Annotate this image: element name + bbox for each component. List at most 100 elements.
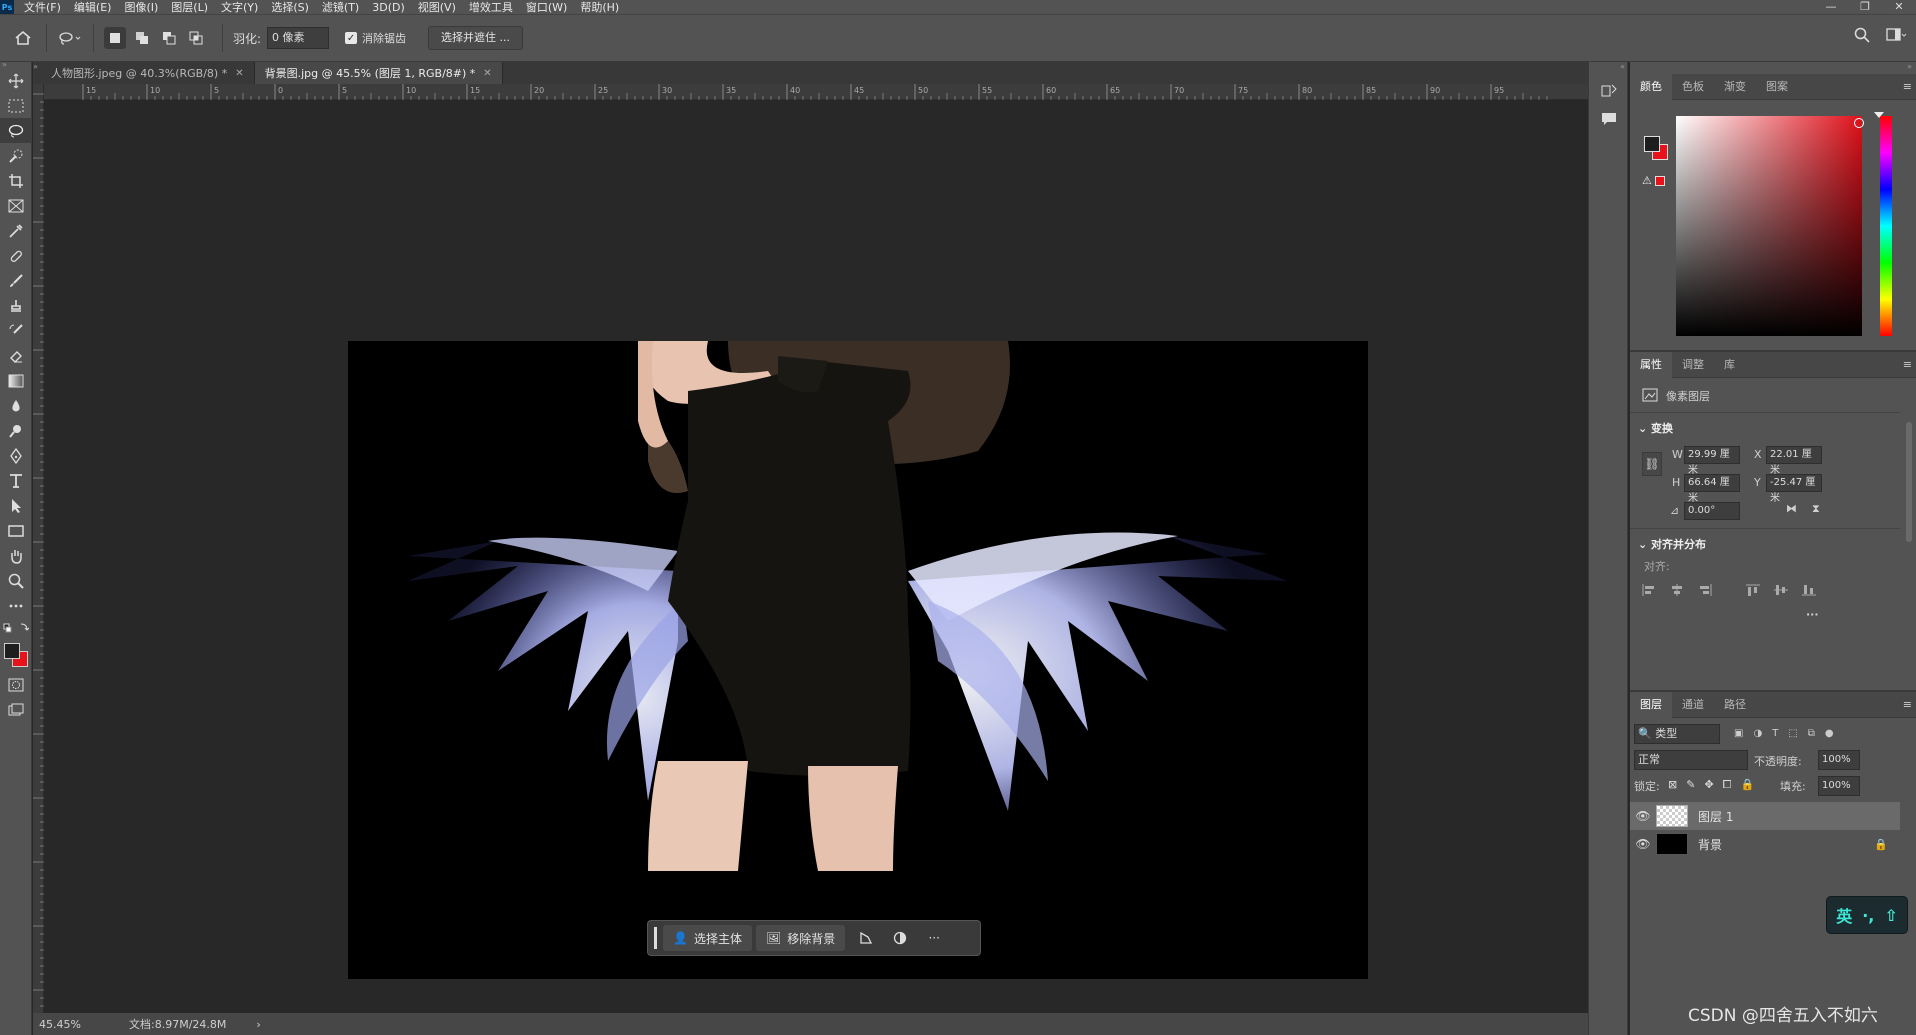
workspace-icon[interactable] xyxy=(1886,27,1908,46)
tab-paths[interactable]: 路径 xyxy=(1714,692,1756,718)
menu-3d[interactable]: 3D(D) xyxy=(372,1,405,14)
status-arrow-icon[interactable]: › xyxy=(256,1018,260,1031)
antialias-checkbox[interactable]: ✓ xyxy=(345,32,358,44)
type-tool-icon[interactable] xyxy=(0,468,32,493)
blur-tool-icon[interactable] xyxy=(0,393,32,418)
lock-artboard-icon[interactable]: ⧠ xyxy=(1723,778,1732,792)
ime-toolbar[interactable]: 英 ·, ⇧ xyxy=(1826,896,1908,934)
lock-position-icon[interactable]: ✥ xyxy=(1704,778,1713,792)
remove-background-button[interactable]: 🖼 移除背景 xyxy=(755,925,846,951)
menu-image[interactable]: 图像(I) xyxy=(124,0,158,15)
marquee-tool-icon[interactable] xyxy=(0,93,32,118)
fg-bg-color-swatch[interactable] xyxy=(0,638,32,672)
opacity-field[interactable]: 100% xyxy=(1818,750,1860,770)
menu-window[interactable]: 窗口(W) xyxy=(526,0,567,15)
history-brush-tool-icon[interactable] xyxy=(0,318,32,343)
menu-view[interactable]: 视图(V) xyxy=(418,0,456,15)
tab-color[interactable]: 颜色 xyxy=(1630,73,1672,100)
tab-properties[interactable]: 属性 xyxy=(1630,351,1672,378)
angle-field[interactable]: 0.00° xyxy=(1684,502,1740,520)
zoom-tool-icon[interactable] xyxy=(0,568,32,593)
layer-name[interactable]: 背景 xyxy=(1698,836,1722,853)
lock-transparent-icon[interactable]: ⊠ xyxy=(1668,778,1677,792)
filter-pixel-icon[interactable]: ▣ xyxy=(1734,728,1743,739)
tab-gradients[interactable]: 渐变 xyxy=(1714,74,1756,100)
move-tool-icon[interactable] xyxy=(0,68,32,93)
ime-language[interactable]: 英 xyxy=(1836,903,1852,927)
more-tools-icon[interactable] xyxy=(0,593,32,618)
rectangle-tool-icon[interactable] xyxy=(0,518,32,543)
quick-mask-icon[interactable] xyxy=(0,672,32,697)
healing-brush-tool-icon[interactable] xyxy=(0,243,32,268)
tab-channels[interactable]: 通道 xyxy=(1672,692,1714,718)
canvas-area[interactable]: 👤 选择主体 🖼 移除背景 ··· xyxy=(44,100,1588,1013)
eraser-tool-icon[interactable] xyxy=(0,343,32,368)
hue-slider-handle[interactable] xyxy=(1874,112,1884,118)
zoom-level[interactable]: 45.45% xyxy=(39,1018,109,1031)
select-subject-button[interactable]: 👤 选择主体 xyxy=(663,925,752,951)
height-field[interactable]: 66.64 厘米 xyxy=(1684,474,1740,504)
gamut-swatch[interactable] xyxy=(1655,176,1665,186)
path-selection-tool-icon[interactable] xyxy=(0,493,32,518)
color-field[interactable] xyxy=(1676,116,1862,336)
menu-layer[interactable]: 图层(L) xyxy=(171,0,208,15)
panel-menu-icon[interactable]: ≡ xyxy=(1903,74,1912,100)
hue-slider[interactable] xyxy=(1880,116,1892,336)
align-center-v-icon[interactable] xyxy=(1774,584,1788,599)
visibility-eye-icon[interactable]: 👁 xyxy=(1630,837,1656,851)
x-field[interactable]: 22.01 厘米 xyxy=(1766,446,1822,476)
menu-filter[interactable]: 滤镜(T) xyxy=(322,0,359,15)
filter-adjustment-icon[interactable]: ◑ xyxy=(1753,728,1762,739)
transform-selection-icon[interactable] xyxy=(849,925,883,951)
filter-shape-icon[interactable]: ⬚ xyxy=(1788,728,1797,739)
close-button[interactable]: ✕ xyxy=(1882,0,1916,14)
crop-tool-icon[interactable] xyxy=(0,168,32,193)
tab-swatches[interactable]: 色板 xyxy=(1672,74,1714,100)
intersect-selection-icon[interactable] xyxy=(185,27,207,49)
link-icon[interactable]: ⛓ xyxy=(1642,452,1662,476)
warning-icon[interactable]: ⚠ xyxy=(1642,174,1652,187)
properties-scrollbar[interactable] xyxy=(1906,422,1912,542)
tab-background-image[interactable]: 背景图.jpg @ 45.5% (图层 1, RGB/8#) * ✕ xyxy=(254,62,503,84)
lasso-preset-icon[interactable] xyxy=(57,25,83,51)
blend-mode-select[interactable]: 正常 xyxy=(1634,750,1748,770)
hand-tool-icon[interactable] xyxy=(0,543,32,568)
gradient-tool-icon[interactable] xyxy=(0,368,32,393)
filter-smart-object-icon[interactable]: ⧉ xyxy=(1808,728,1815,739)
search-icon[interactable] xyxy=(1854,27,1870,46)
brush-tool-icon[interactable] xyxy=(0,268,32,293)
filter-toggle-icon[interactable]: ● xyxy=(1825,728,1834,739)
layer-row[interactable]: 👁 背景 🔒 xyxy=(1630,830,1900,858)
layer-name[interactable]: 图层 1 xyxy=(1698,808,1733,825)
add-selection-icon[interactable] xyxy=(131,27,153,49)
restore-button[interactable]: ❐ xyxy=(1848,0,1882,14)
tab-libraries[interactable]: 库 xyxy=(1714,352,1745,378)
vertical-ruler[interactable] xyxy=(33,84,44,1013)
tab-adjustments[interactable]: 调整 xyxy=(1672,352,1714,378)
close-icon[interactable]: ✕ xyxy=(235,68,243,79)
new-selection-icon[interactable] xyxy=(104,27,126,49)
subtract-selection-icon[interactable] xyxy=(158,27,180,49)
adjustment-icon[interactable] xyxy=(883,925,917,951)
history-icon[interactable] xyxy=(1601,83,1627,102)
pen-tool-icon[interactable] xyxy=(0,443,32,468)
close-icon[interactable]: ✕ xyxy=(483,68,491,79)
feather-input[interactable]: 0 像素 xyxy=(267,27,330,49)
align-bottom-icon[interactable] xyxy=(1802,584,1816,599)
menu-file[interactable]: 文件(F) xyxy=(24,0,61,15)
ime-punctuation[interactable]: ·, xyxy=(1862,906,1874,925)
flip-vertical-icon[interactable]: ⧗ xyxy=(1812,502,1820,516)
lasso-tool-icon[interactable] xyxy=(0,118,32,143)
panel-menu-icon[interactable]: ≡ xyxy=(1903,352,1912,378)
comments-icon[interactable] xyxy=(1601,112,1627,129)
horizontal-ruler[interactable]: 15 10 5 0 5 10 15 20 25 30 35 40 45 50 55 60 65 70 75 80 85 9… xyxy=(43,84,1588,100)
tab-patterns[interactable]: 图案 xyxy=(1756,74,1798,100)
flip-horizontal-icon[interactable]: ⧓ xyxy=(1786,502,1797,515)
align-center-h-icon[interactable] xyxy=(1670,584,1684,599)
filter-type-icon[interactable]: T xyxy=(1772,728,1778,739)
transform-section-header[interactable]: ⌄ 变换 xyxy=(1638,420,1673,436)
menu-select[interactable]: 选择(S) xyxy=(271,0,309,15)
stamp-tool-icon[interactable] xyxy=(0,293,32,318)
menu-plugins[interactable]: 增效工具 xyxy=(469,0,513,15)
align-top-icon[interactable] xyxy=(1746,584,1760,599)
